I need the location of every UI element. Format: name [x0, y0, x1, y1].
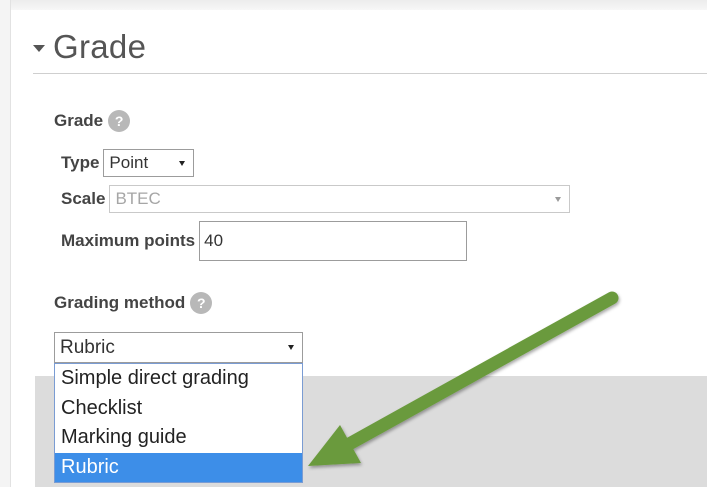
grading-method-select-value: Rubric	[60, 337, 115, 358]
scale-row: Scale BTEC	[61, 185, 571, 213]
scale-label: Scale	[61, 189, 106, 208]
window-top-shade	[0, 0, 707, 10]
dropdown-arrow-icon	[555, 197, 562, 202]
max-points-row: Maximum points	[61, 221, 468, 261]
type-label: Type	[61, 153, 100, 172]
grade-label-text: Grade	[54, 111, 104, 130]
page-left-border	[0, 0, 11, 487]
scale-select-value: BTEC	[115, 189, 161, 208]
option-rubric[interactable]: Rubric	[55, 452, 302, 482]
grading-method-label-text: Grading method	[54, 293, 186, 312]
section-divider	[33, 73, 707, 74]
max-points-input[interactable]	[199, 221, 468, 261]
type-select[interactable]: Point	[103, 149, 195, 177]
grading-method-options: Simple direct grading Checklist Marking …	[54, 363, 303, 483]
help-icon[interactable]: ?	[108, 110, 131, 132]
collapse-caret-icon[interactable]	[33, 44, 45, 52]
option-marking-guide[interactable]: Marking guide	[55, 423, 302, 453]
dropdown-arrow-icon	[179, 161, 186, 166]
scale-select: BTEC	[109, 185, 571, 213]
type-row: Type Point	[61, 149, 195, 177]
type-select-value: Point	[109, 153, 149, 172]
grading-method-select[interactable]: Rubric	[54, 332, 303, 363]
grade-section-header[interactable]: Grade	[33, 28, 146, 66]
option-simple-direct-grading[interactable]: Simple direct grading	[55, 364, 302, 394]
section-title: Grade	[53, 28, 147, 65]
grading-method-field-label: Grading method ?	[54, 292, 213, 314]
max-points-label: Maximum points	[61, 231, 196, 250]
grade-field-label: Grade ?	[54, 110, 131, 132]
help-icon[interactable]: ?	[190, 292, 213, 314]
option-checklist[interactable]: Checklist	[55, 394, 302, 424]
dropdown-arrow-icon	[288, 345, 294, 350]
